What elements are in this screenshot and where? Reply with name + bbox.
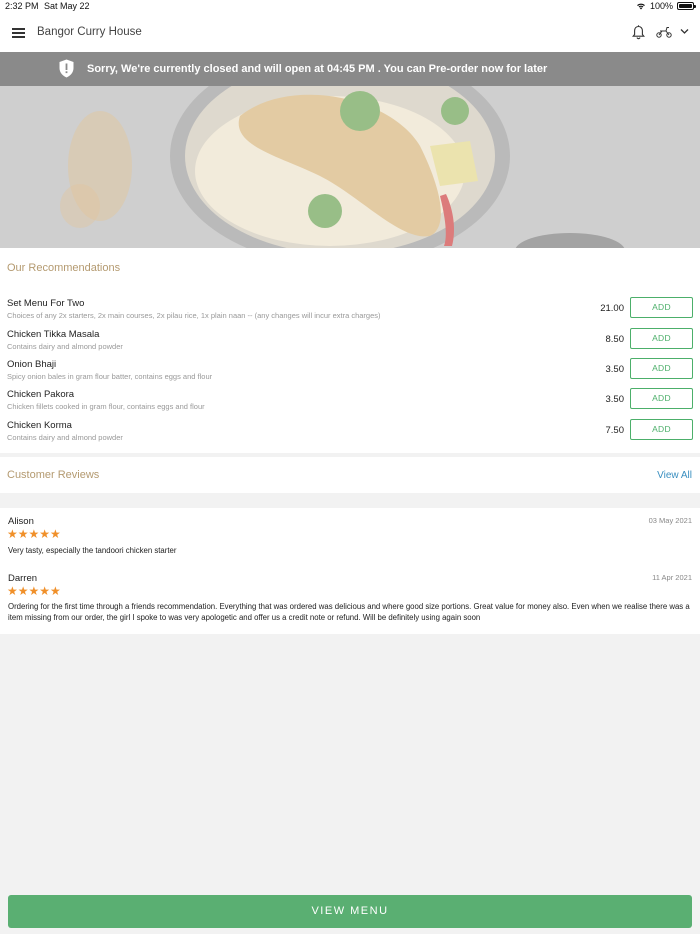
menu-item-description: Contains dairy and almond powder: [7, 342, 123, 351]
shield-alert-icon: [59, 59, 74, 78]
review-text: Very tasty, especially the tandoori chic…: [8, 546, 177, 555]
star-rating: ★★★★★: [7, 584, 61, 598]
reviewer-name: Darren: [8, 573, 38, 584]
view-all-reviews-link[interactable]: View All: [657, 470, 692, 481]
add-button[interactable]: ADD: [630, 388, 693, 409]
menu-icon[interactable]: [12, 28, 25, 38]
review-text: Ordering for the first time through a fr…: [8, 602, 690, 622]
reviewer-name: Alison: [8, 516, 34, 527]
view-menu-button[interactable]: VIEW MENU: [8, 895, 692, 928]
menu-item-price: 8.50: [605, 334, 625, 345]
menu-item-name: Set Menu For Two: [7, 298, 85, 309]
menu-item-name: Chicken Pakora: [7, 389, 75, 400]
hero-food-image: [0, 86, 700, 248]
menu-item-price: 7.50: [605, 425, 625, 436]
menu-item-row: Onion Bhaji Spicy onion bales in gram fl…: [0, 358, 700, 388]
menu-item-price: 3.50: [605, 364, 625, 375]
reviews-title: Customer Reviews: [7, 469, 100, 481]
add-button[interactable]: ADD: [630, 419, 693, 440]
review-date: 11 Apr 2021: [652, 573, 692, 582]
menu-item-name: Chicken Korma: [7, 420, 72, 431]
status-right: 100%: [636, 1, 696, 11]
app-header: Bangor Curry House: [0, 13, 700, 52]
reviews-header: Customer Reviews View All: [0, 457, 700, 493]
menu-item-description: Contains dairy and almond powder: [7, 433, 123, 442]
menu-item-name: Chicken Tikka Masala: [7, 329, 100, 340]
chevron-down-icon[interactable]: [680, 28, 689, 35]
menu-item-name: Onion Bhaji: [7, 359, 57, 370]
status-date: Sat May 22: [44, 1, 90, 11]
review-date: 03 May 2021: [648, 516, 692, 525]
bell-icon[interactable]: [632, 25, 645, 40]
status-time: 2:32 PM: [5, 1, 39, 11]
delivery-scooter-icon[interactable]: [656, 26, 672, 38]
menu-item-description: Spicy onion bales in gram flour batter, …: [7, 372, 213, 381]
menu-item-description: Chicken fillets cooked in gram flour, co…: [7, 402, 205, 411]
star-rating: ★★★★★: [7, 527, 61, 541]
battery-percent: 100%: [649, 1, 673, 11]
closed-notice-text: Sorry, We're currently closed and will o…: [87, 63, 548, 75]
status-bar: 2:32 PM Sat May 22 100%: [0, 0, 700, 13]
closed-notice-banner: Sorry, We're currently closed and will o…: [0, 52, 700, 86]
menu-item-row: Chicken Korma Contains dairy and almond …: [0, 419, 700, 449]
menu-item-row: Set Menu For Two Choices of any 2x start…: [0, 297, 700, 327]
reviews-list: Alison 03 May 2021 ★★★★★ Very tasty, esp…: [0, 508, 700, 634]
wifi-icon: [637, 3, 645, 10]
add-button[interactable]: ADD: [630, 358, 693, 379]
menu-item-price: 21.00: [600, 303, 624, 314]
add-button[interactable]: ADD: [630, 328, 693, 349]
menu-item-row: Chicken Pakora Chicken fillets cooked in…: [0, 388, 700, 418]
add-button[interactable]: ADD: [630, 297, 693, 318]
recommendations-section: Our Recommendations Set Menu For Two Cho…: [0, 248, 700, 453]
menu-item-row: Chicken Tikka Masala Contains dairy and …: [0, 328, 700, 358]
menu-item-price: 3.50: [605, 394, 625, 405]
menu-item-description: Choices of any 2x starters, 2x main cour…: [7, 311, 381, 320]
battery-icon: [677, 2, 696, 10]
recommendations-title: Our Recommendations: [7, 262, 121, 274]
restaurant-title: Bangor Curry House: [37, 26, 142, 38]
